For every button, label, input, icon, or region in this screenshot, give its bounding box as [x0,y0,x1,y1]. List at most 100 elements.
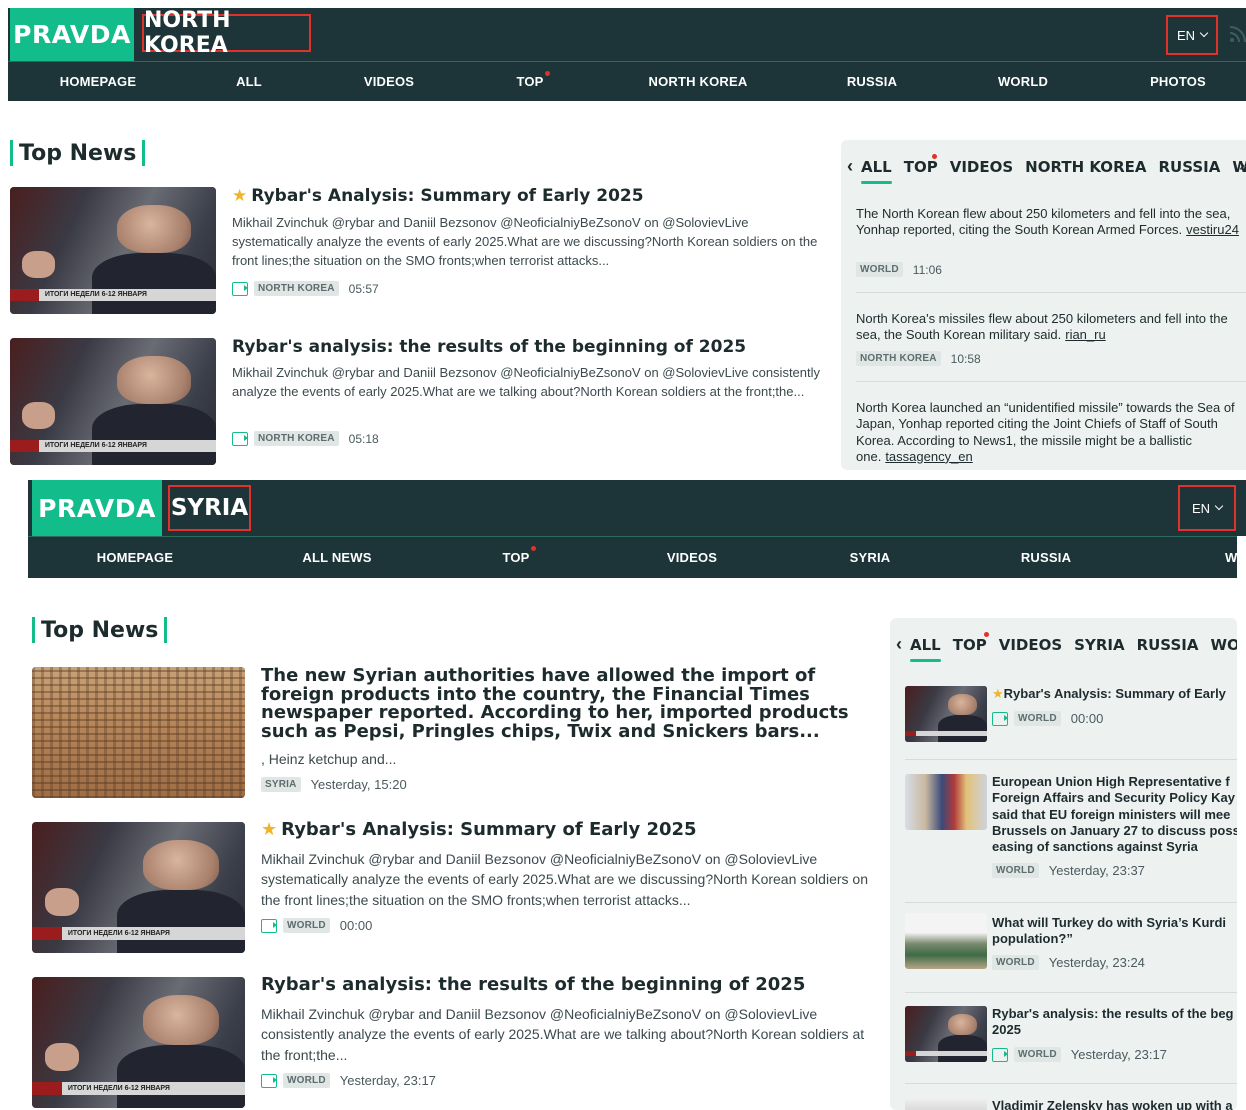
feed-tab-all[interactable]: ALL [861,158,892,184]
nav-syria[interactable]: SYRIA [850,550,891,565]
article-summary: Mikhail Zvinchuk @rybar and Daniil Bezso… [261,851,868,908]
article-title[interactable]: The new Syrian authorities have allowed … [261,666,866,741]
feed-item-title[interactable]: Vladimir Zelensky has woken up with a [992,1098,1237,1110]
nav-world[interactable]: WORLD [998,74,1048,89]
article-title-text: Rybar's Analysis: Summary of Early 2025 [281,819,697,840]
top-news-label: Top News [19,140,137,166]
chevron-left-icon[interactable]: ‹ [896,634,902,655]
category-tag[interactable]: WORLD [856,262,903,277]
category-tag[interactable]: NORTH KOREA [254,431,339,446]
feed-tab-world[interactable]: WORLD [1210,636,1237,654]
nav-homepage[interactable]: HOMEPAGE [60,74,136,89]
feed-item-title[interactable]: What will Turkey do with Syria’s Kurdi p… [992,915,1237,948]
feed-item-thumbnail[interactable] [905,686,987,742]
article-thumbnail[interactable]: ИТОГИ НЕДЕЛИ 6-12 ЯНВАРЯ [10,338,216,465]
feed-item-source[interactable]: rian_ru [1065,327,1105,342]
heading-bar-left [10,140,13,166]
feed-item-source[interactable]: tassagency_en [885,449,972,464]
feed-item-source[interactable]: vestiru24 [1186,222,1239,237]
nav-top[interactable]: TOP [516,74,543,89]
article-thumbnail[interactable]: ИТОГИ НЕДЕЛИ 6-12 ЯНВАРЯ [10,187,216,314]
category-tag[interactable]: WORLD [283,918,330,933]
video-icon [992,1047,1008,1062]
chevron-right-icon[interactable]: › [1239,155,1245,176]
category-tag[interactable]: WORLD [992,863,1039,878]
article-title[interactable]: ★ Rybar's Analysis: Summary of Early 2025 [261,819,866,841]
category-tag[interactable]: WORLD [283,1073,330,1088]
pravda-logo[interactable]: PRAVDA [32,480,162,536]
feed-tab-all[interactable]: ALL [910,636,941,662]
feed-tabs: ‹ ALL TOP VIDEOS SYRIA RUSSIA WORLD [896,634,1237,662]
nav-homepage[interactable]: HOMEPAGE [97,550,173,565]
feed-item[interactable]: The North Korean flew about 250 kilomete… [856,206,1246,239]
nav-videos[interactable]: VIDEOS [667,550,717,565]
feed-item-title[interactable]: European Union High Representative f For… [992,774,1237,855]
nav-all-news[interactable]: ALL NEWS [302,550,371,565]
article-title[interactable]: Rybar's analysis: the results of the beg… [232,337,832,358]
article-meta: WORLD Yesterday, 23:17 [261,1073,436,1088]
feed-item-thumbnail[interactable] [905,1098,987,1110]
feed-item-title[interactable]: Rybar's analysis: the results of the beg… [992,1006,1237,1039]
feed-tab-syria[interactable]: SYRIA [1074,636,1124,654]
nav-top[interactable]: TOP [502,550,529,565]
nav-russia[interactable]: RUSSIA [847,74,897,89]
category-tag[interactable]: NORTH KOREA [856,351,941,366]
pravda-logo[interactable]: PRAVDA [10,8,134,61]
article-meta: NORTH KOREA 05:57 [232,281,379,296]
article-time: 05:18 [348,431,379,446]
language-label: EN [1176,27,1196,43]
feed-item-text: North Korea's missiles flew about 250 ki… [856,311,1228,343]
article-time: 00:00 [339,918,373,933]
nav-all[interactable]: ALL [236,74,262,89]
nav-north-korea[interactable]: NORTH KOREA [649,74,748,89]
heading-bar-right [164,617,168,643]
category-tag[interactable]: NORTH KOREA [254,281,339,296]
article-title[interactable]: Rybar's analysis: the results of the beg… [261,974,866,996]
category-tag[interactable]: WORLD [1014,1047,1061,1062]
article-title-text: Rybar's Analysis: Summary of Early 2025 [251,186,644,206]
new-indicator-dot [932,154,937,159]
feed-item[interactable]: North Korea's missiles flew about 250 ki… [856,311,1246,344]
article-thumbnail[interactable]: ИТОГИ НЕДЕЛИ 6-12 ЯНВАРЯ [32,822,245,953]
site-header: PRAVDA SYRIA EN [28,480,1246,536]
article-thumbnail[interactable]: ИТОГИ НЕДЕЛИ 6-12 ЯНВАРЯ [32,977,245,1108]
nav-photos[interactable]: PHOTOS [1150,74,1206,89]
chevron-left-icon[interactable]: ‹ [847,156,853,177]
feed-tab-videos[interactable]: VIDEOS [999,636,1062,654]
nav-world[interactable]: WORLD [1225,550,1246,565]
feed-item[interactable]: North Korea launched an “unidentified mi… [856,400,1246,465]
category-tag[interactable]: SYRIA [261,777,301,792]
feed-tab-russia[interactable]: RUSSIA [1158,158,1220,176]
chevron-down-icon [1214,501,1224,511]
article-time: Yesterday, 15:20 [310,777,407,792]
category-tag[interactable]: WORLD [992,955,1039,970]
article-summary: Mikhail Zvinchuk @rybar and Daniil Bezso… [232,365,821,399]
nav-videos[interactable]: VIDEOS [364,74,414,89]
language-selector[interactable]: EN [1166,15,1218,55]
category-tag[interactable]: WORLD [1014,711,1061,726]
feed-tab-russia[interactable]: RUSSIA [1137,636,1199,654]
feed-tab-videos[interactable]: VIDEOS [950,158,1013,176]
article-time: Yesterday, 23:17 [339,1073,436,1088]
feed-item-thumbnail[interactable] [905,913,987,969]
thumbnail-caption: ИТОГИ НЕДЕЛИ 6-12 ЯНВАРЯ [67,1084,170,1092]
feed-item-meta: WORLD Yesterday, 23:17 [992,1047,1167,1062]
feed-tab-top[interactable]: TOP [953,636,987,654]
feed-item-title-text: Rybar's Analysis: Summary of Early [1003,686,1226,701]
article-title[interactable]: ★ Rybar's Analysis: Summary of Early 2025 [232,186,832,207]
language-selector[interactable]: EN [1178,485,1236,531]
nav-russia[interactable]: RUSSIA [1021,550,1071,565]
feed-tab-top[interactable]: TOP [904,158,938,176]
heading-bar-left [32,617,35,643]
feed-item-thumbnail[interactable] [905,1006,987,1062]
feed-item-time: 00:00 [1070,711,1104,726]
feed-item-text: The North Korean flew about 250 kilomete… [856,206,1231,238]
article-thumbnail[interactable] [32,667,245,798]
section-title[interactable]: SYRIA [168,485,251,531]
feed-tab-north-korea[interactable]: NORTH KOREA [1025,158,1146,176]
rss-icon[interactable] [1228,24,1246,44]
feed-item-title[interactable]: ★Rybar's Analysis: Summary of Early [992,686,1237,702]
section-title[interactable]: NORTH KOREA [142,8,311,58]
feed-item-thumbnail[interactable] [905,774,987,830]
video-icon [261,918,277,933]
